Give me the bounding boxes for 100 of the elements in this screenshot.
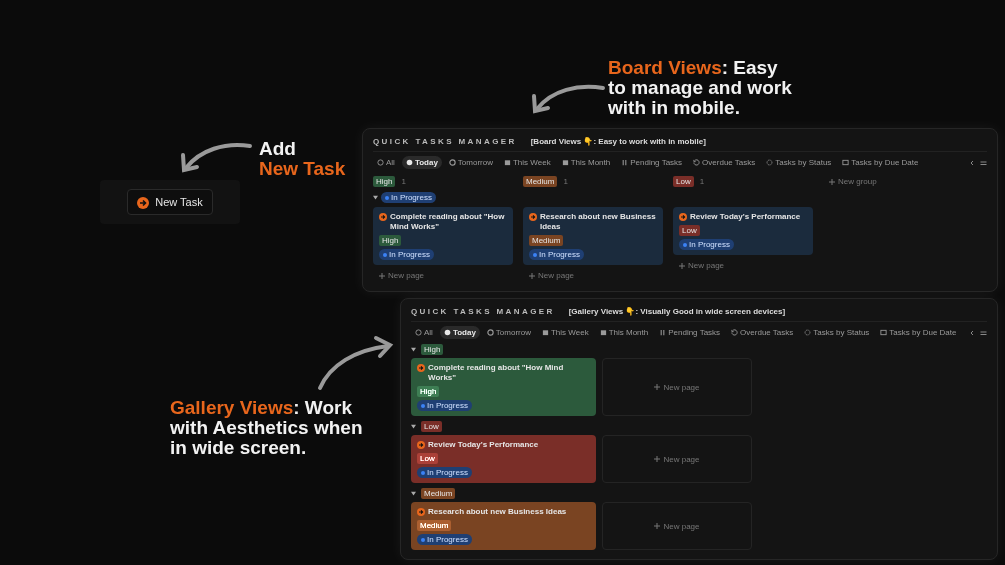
arrow-circle-icon bbox=[417, 364, 425, 372]
view-tab[interactable]: Overdue Tasks bbox=[727, 326, 798, 339]
circle-icon bbox=[486, 329, 494, 336]
arrow-circle-icon bbox=[529, 213, 537, 221]
arrow-circle-icon bbox=[379, 213, 387, 221]
task-card[interactable]: Research about new Business Ideas Medium In Progress bbox=[523, 207, 663, 265]
plus-icon bbox=[654, 523, 661, 529]
calendar-icon bbox=[542, 329, 549, 336]
history-icon bbox=[731, 329, 739, 336]
task-card[interactable]: Complete reading about "How Mind Works" High In Progress bbox=[373, 207, 513, 265]
circle-icon bbox=[448, 159, 456, 166]
task-title: Review Today's Performance bbox=[690, 212, 801, 222]
database-title: QUICK TASKS MANAGER bbox=[373, 137, 517, 146]
new-page-button[interactable]: New page bbox=[673, 259, 813, 272]
group-label: Low bbox=[673, 176, 694, 187]
dashed-circle-icon bbox=[804, 329, 812, 336]
plus-icon bbox=[679, 262, 685, 269]
new-page-button[interactable]: New page bbox=[373, 269, 513, 282]
group-label: High bbox=[373, 176, 396, 187]
bars-icon bbox=[621, 159, 629, 166]
task-card[interactable]: Review Today's Performance Low In Progress bbox=[411, 435, 596, 483]
view-tab[interactable]: Pending Tasks bbox=[617, 156, 687, 169]
priority-tag: High bbox=[417, 386, 440, 397]
caret-icon[interactable] bbox=[411, 347, 416, 352]
view-tab[interactable]: Tasks by Due Date bbox=[838, 156, 923, 169]
status-tag: In Progress bbox=[417, 400, 472, 411]
calendar-icon bbox=[504, 159, 511, 166]
task-title: Research about new Business Ideas bbox=[540, 212, 657, 232]
sliders-icon[interactable] bbox=[980, 329, 987, 336]
chevron-left-icon[interactable] bbox=[969, 329, 975, 336]
status-tag: In Progress bbox=[417, 467, 472, 478]
view-tab[interactable]: Overdue Tasks bbox=[689, 156, 760, 169]
database-title: QUICK TASKS MANAGER bbox=[411, 307, 555, 316]
task-card[interactable]: Research about new Business Ideas Medium In Progress bbox=[411, 502, 596, 550]
view-tab[interactable]: Tomorrow bbox=[444, 156, 497, 169]
sliders-icon[interactable] bbox=[980, 159, 987, 166]
plus-icon bbox=[829, 178, 835, 185]
calendar-icon bbox=[561, 159, 569, 166]
view-tab[interactable]: Tasks by Status bbox=[762, 156, 836, 169]
new-page-tile[interactable]: New page bbox=[602, 502, 752, 550]
group-count: 1 bbox=[563, 177, 568, 186]
task-title: Review Today's Performance bbox=[428, 440, 539, 450]
view-description: [Gallery Views 👇: Visually Good in wide screen devices] bbox=[568, 307, 786, 316]
new-page-tile[interactable]: New page bbox=[602, 358, 752, 416]
view-tab[interactable]: Tomorrow bbox=[482, 326, 535, 339]
new-page-button[interactable]: New page bbox=[523, 269, 663, 282]
callout-text: Gallery Views: Work with Aesthetics when in wide screen. bbox=[170, 398, 363, 458]
status-tag: In Progress bbox=[379, 249, 434, 260]
arrow-circle-icon bbox=[679, 213, 687, 221]
calendar-icon bbox=[599, 329, 607, 336]
view-tab[interactable]: Tasks by Due Date bbox=[876, 326, 961, 339]
group-label: High bbox=[421, 344, 444, 355]
view-tab[interactable]: Today bbox=[401, 156, 442, 169]
new-task-button[interactable]: New Task bbox=[127, 189, 213, 215]
arrow-circle-icon bbox=[417, 508, 425, 516]
status-group-label: In Progress bbox=[381, 192, 436, 203]
group-label: Medium bbox=[421, 488, 456, 499]
callout-text: Board Views: Easy to manage and work with in mobile. bbox=[608, 58, 792, 118]
caret-icon[interactable] bbox=[411, 491, 416, 496]
board-icon bbox=[842, 159, 850, 166]
priority-tag: High bbox=[379, 235, 402, 246]
dashed-circle-icon bbox=[766, 159, 774, 166]
arrow-circle-icon bbox=[417, 441, 425, 449]
view-tab[interactable]: This Week bbox=[538, 326, 593, 339]
callout-text: Add New Task bbox=[259, 139, 346, 179]
plus-icon bbox=[379, 272, 385, 279]
view-tab[interactable]: This Month bbox=[595, 326, 653, 339]
group-count: 1 bbox=[699, 177, 705, 186]
plus-icon bbox=[529, 272, 535, 279]
caret-icon[interactable] bbox=[373, 195, 378, 200]
circle-icon bbox=[377, 159, 384, 166]
group-label: Low bbox=[421, 421, 442, 432]
bars-icon bbox=[659, 329, 667, 336]
task-title: Research about new Business Ideas bbox=[428, 507, 567, 517]
caret-icon[interactable] bbox=[411, 424, 416, 429]
priority-tag: Low bbox=[417, 453, 438, 464]
plus-icon bbox=[654, 456, 661, 462]
view-tab[interactable]: All bbox=[373, 156, 399, 169]
priority-tag: Medium bbox=[417, 520, 452, 531]
new-group-button[interactable]: New group bbox=[823, 175, 883, 188]
view-tab[interactable]: This Month bbox=[557, 156, 615, 169]
board-icon bbox=[880, 329, 888, 336]
priority-tag: Medium bbox=[529, 235, 564, 246]
view-tab[interactable]: This Week bbox=[500, 156, 555, 169]
task-card[interactable]: Review Today's Performance Low In Progress bbox=[673, 207, 813, 255]
group-count: 1 bbox=[401, 177, 406, 186]
arrow-circle-icon bbox=[137, 196, 150, 209]
new-page-tile[interactable]: New page bbox=[602, 435, 752, 483]
view-tab[interactable]: Today bbox=[439, 326, 480, 339]
history-icon bbox=[693, 159, 701, 166]
view-tab[interactable]: All bbox=[411, 326, 437, 339]
view-description: [Board Views 👇: Easy to work with in mobile] bbox=[530, 137, 706, 146]
chevron-left-icon[interactable] bbox=[969, 159, 975, 166]
priority-tag: Low bbox=[679, 225, 700, 236]
task-card[interactable]: Complete reading about "How Mind Works" High In Progress bbox=[411, 358, 596, 416]
plus-icon bbox=[654, 384, 661, 390]
status-tag: In Progress bbox=[679, 239, 734, 250]
view-tab[interactable]: Pending Tasks bbox=[655, 326, 725, 339]
view-tab[interactable]: Tasks by Status bbox=[800, 326, 874, 339]
circle-icon bbox=[415, 329, 422, 336]
